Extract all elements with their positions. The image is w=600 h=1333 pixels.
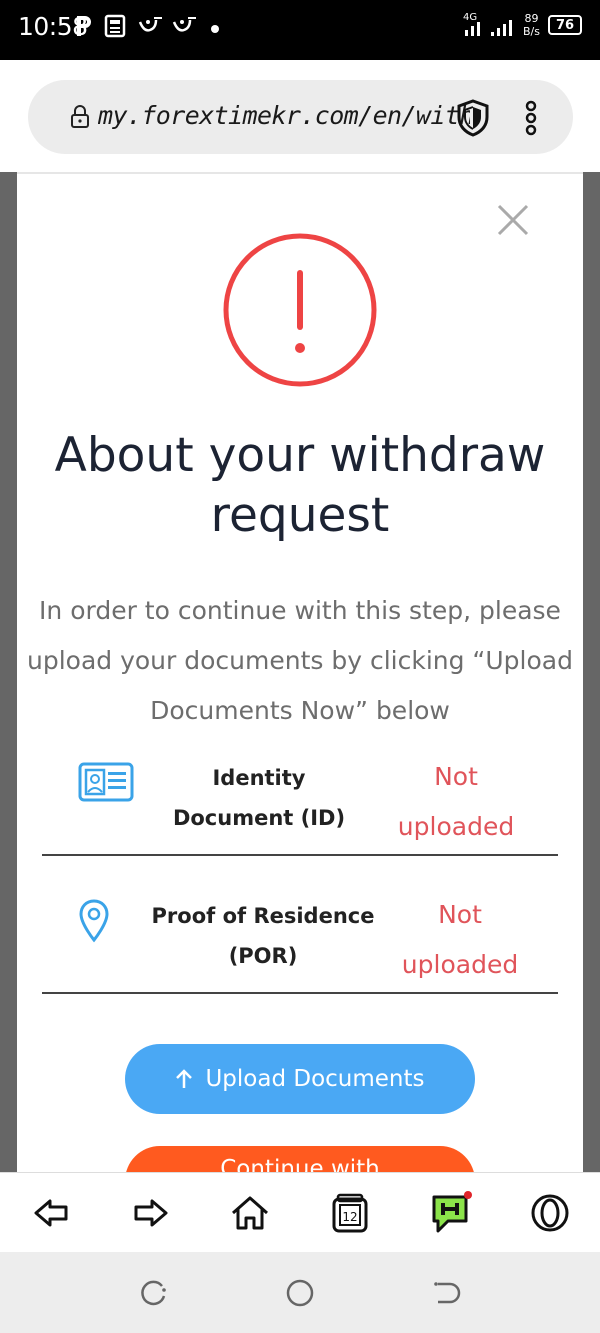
location-pin-icon [79, 899, 109, 943]
home-button-icon[interactable] [285, 1278, 315, 1308]
opera-icon[interactable] [528, 1191, 572, 1235]
net-speed: 89 B/s [523, 12, 540, 38]
back-button-icon[interactable] [432, 1278, 462, 1308]
home-icon[interactable] [228, 1191, 272, 1235]
continue-button[interactable]: Continue with [125, 1146, 475, 1172]
forward-arrow-icon[interactable] [128, 1191, 172, 1235]
tabs-count: 12 [342, 1210, 357, 1224]
address-bar[interactable]: my.forextimekr.com/en/withdra [28, 80, 573, 154]
lock-icon [71, 105, 89, 128]
status-bar: 10:58 4G 89 B/s 76 [0, 0, 600, 60]
modal-description: In order to continue with this step, ple… [27, 596, 573, 725]
hype-app-icon[interactable] [428, 1191, 472, 1235]
browser-bottom-nav: 12 [0, 1172, 600, 1252]
document-label-por: Proof of Residence (POR) [151, 904, 375, 968]
status-right: 4G 89 B/s 76 [463, 10, 582, 40]
dot-icon [211, 25, 219, 33]
withdraw-modal: About your withdraw request In order to … [17, 172, 583, 1172]
upload-button-label: Upload Documents [205, 1066, 425, 1092]
document-row-por: Proof of Residence (POR) Not uploaded [42, 874, 558, 994]
battery-level: 76 [555, 17, 575, 33]
document-label-id: Identity Document (ID) [172, 766, 346, 830]
url-text[interactable]: my.forextimekr.com/en/withdra [98, 101, 470, 130]
modal-title: About your withdraw request [54, 428, 546, 543]
news-notification-icon [104, 14, 126, 38]
document-status-por: Not uploaded [401, 900, 519, 979]
browser-bar: my.forextimekr.com/en/withdra [0, 60, 600, 172]
system-nav-bar [0, 1252, 600, 1333]
upload-documents-button[interactable]: Upload Documents [125, 1044, 475, 1114]
network-type: 4G [463, 12, 477, 23]
app-notification-icon-2 [172, 17, 196, 32]
alert-icon [223, 233, 377, 387]
net-speed-unit: B/s [523, 25, 540, 38]
battery-icon: 76 [548, 15, 582, 35]
close-icon[interactable] [495, 202, 531, 238]
net-speed-value: 89 [524, 12, 539, 25]
document-status-id: Not uploaded [397, 762, 515, 841]
app-notification-icon [138, 17, 162, 32]
p-notification-icon [77, 16, 91, 36]
shield-icon[interactable] [454, 98, 492, 138]
recent-apps-icon[interactable] [138, 1278, 168, 1308]
more-options-icon[interactable] [520, 100, 542, 136]
arrow-up-icon [176, 1069, 193, 1088]
continue-button-label: Continue with [220, 1156, 380, 1172]
document-row-id: Identity Document (ID) Not uploaded [42, 736, 558, 856]
back-arrow-icon[interactable] [30, 1191, 74, 1235]
tabs-icon[interactable]: 12 [328, 1191, 372, 1235]
id-card-icon [78, 762, 134, 802]
signal-icon: 4G [463, 12, 513, 36]
